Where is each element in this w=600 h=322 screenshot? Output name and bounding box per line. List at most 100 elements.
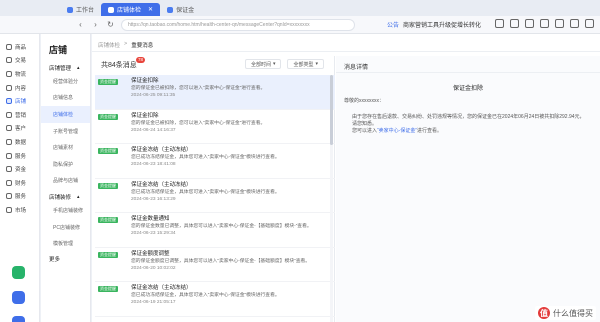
window-tools [495, 19, 594, 28]
wallet-icon [167, 6, 174, 13]
cart-icon[interactable] [510, 19, 519, 28]
deposit-link[interactable]: “卖家中心-保证金” [377, 128, 417, 134]
sidebar-item[interactable]: 手机店铺装修 [41, 202, 90, 219]
message-item[interactable]: 资金提醒 保证金扣除 您的保证金已被扣除，您可以进入“卖家中心-保证金”进行查看。 2… [95, 75, 335, 110]
secondary-nav: 店铺 店铺管理 ▴ 经营体验分 店铺信息 店铺体检 子账号管理 店铺素材 隐私保护 品牌与店… [41, 34, 91, 322]
message-item[interactable]: 资金提醒 保证金数量通知 您的保证金数量已调整，具体您可以进入“卖家中心-保证金-【… [95, 213, 335, 248]
message-time: 2024-06-25 09:11:35 [131, 93, 176, 98]
rail-item[interactable]: 交易 [0, 54, 39, 68]
message-body: 您已成功冻结保证金，具体您可进入“卖家中心-保证金”模块进行查看。 [131, 189, 280, 195]
tab-label: 保证金 [176, 8, 195, 14]
rail-label: 服务 [15, 153, 27, 160]
rail-item[interactable]: 服务 [0, 190, 39, 204]
message-body: 您的保证金数量已调整，具体您可以进入“卖家中心-保证金-【基础额度】模块-”查看… [131, 224, 312, 229]
message-item[interactable]: 资金提醒 保证金冻结（主动冻结） 您已成功冻结保证金，具体您可进入“卖家中心-保证金… [95, 179, 335, 213]
rail-label: 营销 [15, 112, 27, 119]
time-filter-select[interactable]: 全部时间 ▾ [244, 59, 282, 69]
message-body: 您的保证金额度已调整，具体您可以进入“卖家中心-保证金-【基础额度】模块”查看。 [131, 258, 311, 264]
detail-header: 消息详情 [336, 56, 600, 73]
sidebar-item[interactable]: 子账号管理 [41, 123, 90, 140]
nav-icon [6, 84, 12, 91]
sidebar-item[interactable]: 店铺素材 [41, 139, 90, 156]
watermark-text: 什么值得买 [553, 308, 593, 318]
sidebar-item[interactable]: 模板管理 [41, 235, 90, 252]
message-item[interactable]: 资金提醒 保证金扣除 您的保证金已被扣除，您可以进入“卖家中心-保证金”进行查看。 2… [95, 110, 335, 144]
scrollbar-thumb[interactable] [330, 75, 333, 145]
announcement[interactable]: 公告 商家营销工具升级促增长转化 [387, 20, 481, 29]
address-bar: ‹ › ↻ https://qn.taobao.com/home.htm/hea… [0, 16, 600, 34]
rail-label: 数据 [15, 139, 27, 146]
message-body: 您的保证金已被扣除，您可以进入“卖家中心-保证金”进行查看。 [131, 86, 266, 91]
sidebar-group-store-manage[interactable]: 店铺管理 ▴ [41, 62, 90, 73]
refresh-icon[interactable]: ↻ [106, 20, 115, 29]
nav-icon [6, 57, 12, 64]
rail-item[interactable]: 营销 [0, 108, 39, 122]
breadcrumb-separator: > [124, 41, 128, 47]
rail-item[interactable]: 服务 [0, 149, 39, 163]
tab-deposit[interactable]: 保证金 [160, 3, 201, 16]
settings-icon[interactable] [540, 19, 549, 28]
close-icon[interactable]: ✕ [148, 6, 153, 13]
app-blue-icon[interactable] [12, 291, 25, 304]
message-item[interactable]: 资金提醒 保证金额度调整 您的保证金额度已调整，具体您可以进入“卖家中心-保证金-【… [95, 248, 335, 282]
sidebar-title: 店铺 [49, 45, 68, 55]
grid-icon[interactable] [525, 19, 534, 28]
rail-item[interactable]: 市场 [0, 203, 39, 217]
rail-label: 交易 [15, 58, 27, 65]
scrollbar[interactable] [330, 75, 333, 322]
main-content: 店铺体检 > 重要消息 共84条消息 78 全部时间 ▾ 全部类型 ▾ 资金提醒… [92, 34, 600, 322]
message-title: 保证金冻结（主动冻结） [131, 181, 192, 188]
rail-item[interactable]: 资金 [0, 162, 39, 176]
tab-store-check[interactable]: 店铺体检 ✕ [101, 3, 161, 16]
sidebar-item[interactable]: 品牌与店铺 [41, 173, 90, 190]
chat-icon[interactable] [12, 316, 25, 322]
close-window-icon[interactable] [585, 19, 594, 28]
message-item[interactable]: 资金提醒 保证金冻结（主动冻结） 您已成功冻结保证金，具体您可进入“卖家中心-保证金… [95, 144, 335, 179]
rail-label: 商品 [15, 44, 27, 51]
rail-item[interactable]: 店铺 [0, 94, 39, 108]
message-list-pane: 共84条消息 78 全部时间 ▾ 全部类型 ▾ 资金提醒 保证金扣除 您的保证金已被… [95, 56, 335, 322]
message-icon[interactable] [495, 19, 504, 28]
sidebar-item[interactable]: PC店铺装修 [41, 219, 90, 236]
message-time: 2024-06-23 16:13:29 [131, 196, 176, 202]
rail-item[interactable]: 客户 [0, 122, 39, 136]
message-detail-pane: 消息详情 保证金扣除 尊敬的xxxxxxxx： 由于您存在售后退款、交易纠纷、处… [336, 56, 600, 322]
nav-icon [6, 193, 12, 200]
tab-workbench[interactable]: 工作台 [60, 3, 101, 16]
chevron-down-icon: ▾ [272, 61, 276, 67]
maximize-icon[interactable] [570, 19, 579, 28]
breadcrumb-parent[interactable]: 店铺体检 [98, 41, 120, 49]
tab-label: 工作台 [76, 8, 95, 14]
message-title: 保证金冻结（主动冻结） [131, 147, 192, 153]
watermark: 值 什么值得买 [535, 306, 596, 320]
rail-item[interactable]: 内容 [0, 81, 39, 95]
rail-label: 市场 [15, 207, 27, 214]
rail-item[interactable]: 财务 [0, 176, 39, 190]
app-green-icon[interactable] [12, 266, 25, 279]
sidebar-item[interactable]: 经营体验分 [41, 73, 90, 90]
sidebar-item[interactable]: 店铺体检 [41, 106, 90, 123]
sidebar-more[interactable]: 更多 [41, 254, 90, 265]
filter-label: 全部时间 [250, 61, 271, 68]
url-input[interactable]: https://qn.taobao.com/home.htm/health-ce… [121, 18, 355, 31]
breadcrumb-current: 重要消息 [131, 43, 154, 49]
message-time: 2024-06-19 21:05:17 [131, 300, 176, 305]
sidebar-item[interactable]: 隐私保护 [41, 156, 90, 173]
list-header: 共84条消息 78 全部时间 ▾ 全部类型 ▾ [95, 56, 334, 73]
primary-nav: 商品 交易 物流 内容 店铺 营销 客户 数据 服务 资金 财务 服务 市场 [0, 34, 40, 322]
sidebar-group-store-decor[interactable]: 店铺装修 ▴ [41, 191, 90, 202]
rail-label: 资金 [15, 167, 27, 174]
rail-item[interactable]: 数据 [0, 135, 39, 149]
rail-item[interactable]: 商品 [0, 40, 39, 54]
sidebar-item[interactable]: 店铺信息 [41, 90, 90, 107]
nav-icon [6, 179, 12, 186]
chevron-down-icon: ▾ [315, 61, 318, 67]
message-item[interactable]: 资金提醒 保证金冻结（主动冻结） 您已成功冻结保证金，具体您可进入“卖家中心-保证金… [95, 282, 335, 317]
tab-bar: 工作台 店铺体检 ✕ 保证金 [0, 0, 600, 16]
back-icon[interactable]: ‹ [76, 20, 85, 29]
minimize-icon[interactable] [555, 19, 564, 28]
type-filter-select[interactable]: 全部类型 ▾ [287, 59, 324, 69]
rail-item[interactable]: 物流 [0, 67, 39, 81]
shop-icon [108, 6, 115, 13]
forward-icon[interactable]: › [91, 20, 100, 29]
